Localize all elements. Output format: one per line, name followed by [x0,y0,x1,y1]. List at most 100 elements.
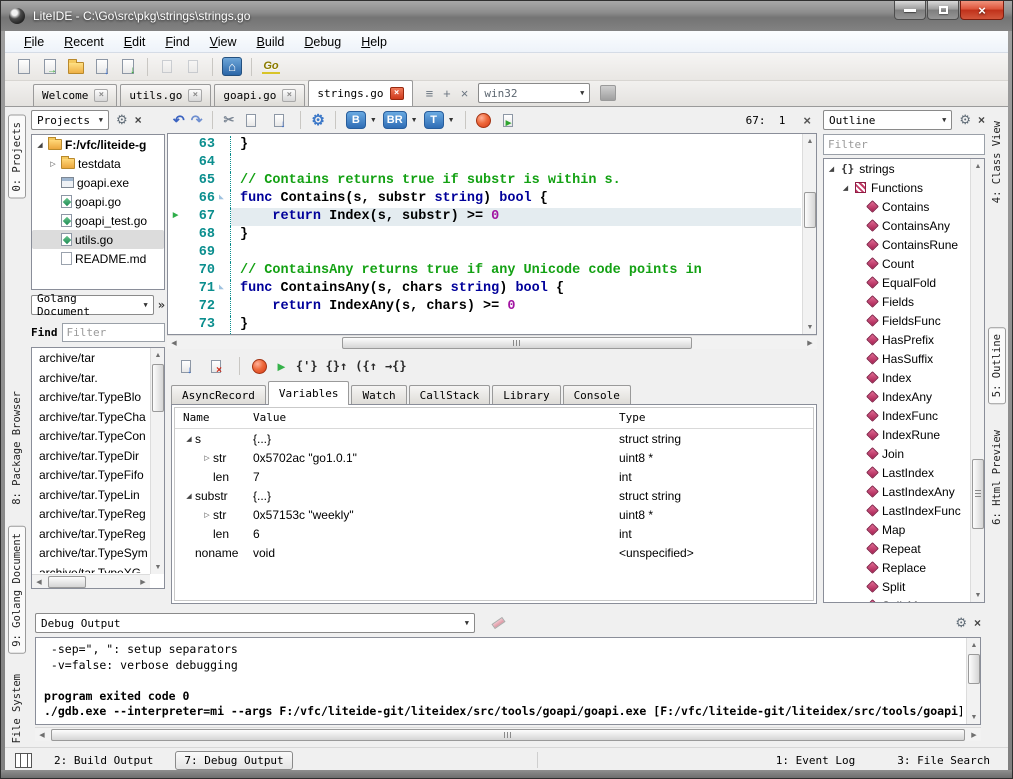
chevron-down-icon[interactable]: ▼ [370,117,377,124]
close-editor-icon[interactable]: × [461,86,469,101]
scroll-thumb[interactable] [968,654,980,684]
fold-icon[interactable] [219,316,231,334]
list-item[interactable]: archive/tar. [33,369,149,389]
build-config-gear-icon[interactable]: ⚙ [311,111,324,129]
save-all-button[interactable]: ↓ [117,56,139,78]
menu-item[interactable]: Recent [55,33,113,51]
outline-function-row[interactable]: ContainsRune [824,235,984,254]
step-over-icon[interactable]: {}↑ [326,359,348,373]
line-number[interactable]: 66 [183,190,219,208]
scroll-right-icon[interactable]: ▶ [803,336,817,350]
scroll-left-icon[interactable]: ◀ [35,728,49,742]
document-tab[interactable]: strings.go × [308,80,412,106]
document-tab[interactable]: goapi.go × [214,84,305,106]
close-panel-icon[interactable]: × [978,113,985,127]
outline-function-row[interactable]: IndexAny [824,387,984,406]
tree-item[interactable]: goapi_test.go [32,211,164,230]
chevron-down-icon[interactable]: ▼ [411,117,418,124]
tree-item[interactable]: utils.go [32,230,164,249]
import-button[interactable] [156,56,178,78]
chevron-down-icon[interactable]: ▼ [448,117,455,124]
menu-item[interactable]: Find [156,33,198,51]
scroll-thumb[interactable] [972,459,984,529]
target-option-button[interactable] [600,85,616,101]
list-item[interactable]: archive/tar.TypeReg [33,505,149,525]
close-document-icon[interactable]: × [803,113,811,128]
expander-icon[interactable]: ▷ [201,454,213,462]
expander-icon[interactable]: ◢ [35,141,45,149]
list-item[interactable]: archive/tar.TypeFifo [33,466,149,486]
outline-function-row[interactable]: HasSuffix [824,349,984,368]
code-line[interactable]: 66◣func Contains(s, substr string) bool … [168,190,801,208]
clear-output-icon[interactable] [491,617,505,629]
copy-button[interactable] [240,109,262,131]
document-list-vscrollbar[interactable]: ▲ ▼ [150,348,164,574]
menu-item[interactable]: Edit [115,33,155,51]
projects-combo[interactable]: Projects ▼ [31,110,109,130]
code-line[interactable]: 65// Contains returns true if substr is … [168,172,801,190]
line-number[interactable]: 70 [183,262,219,280]
scroll-up-icon[interactable]: ▲ [151,348,165,362]
scroll-up-icon[interactable]: ▲ [803,134,817,148]
editor-hscrollbar[interactable]: ◀ ▶ [167,335,817,349]
list-item[interactable]: archive/tar.TypeCon [33,427,149,447]
variable-row[interactable]: noname void <unspecified> [175,543,813,562]
go-env-button[interactable]: Go [260,56,282,78]
output-combo[interactable]: Debug Output ▼ [35,613,475,633]
scroll-down-icon[interactable]: ▼ [971,588,985,602]
code-line[interactable]: ►67 return Index(s, substr) >= 0 [168,208,801,226]
side-tab[interactable]: 8: Package Browser [9,385,25,511]
split-add-icon[interactable]: + [443,86,451,101]
list-item[interactable]: archive/tar.TypeReg [33,525,149,545]
outline-group-row[interactable]: ◢ Functions [824,178,984,197]
list-item[interactable]: archive/tar.TypeXG [33,564,149,574]
line-number[interactable]: 67 [183,208,219,226]
variable-row[interactable]: len 7 int [175,467,813,486]
side-tab[interactable]: 5: Outline [988,327,1006,404]
expander-icon[interactable]: ◢ [841,184,850,192]
debug-tab[interactable]: AsyncRecord [171,385,266,405]
target-combo[interactable]: win32 ▼ [478,83,590,103]
side-tab[interactable]: 6: Html Preview [989,424,1005,531]
line-number[interactable]: 65 [183,172,219,190]
menu-item[interactable]: Build [248,33,294,51]
line-number[interactable]: 69 [183,244,219,262]
scroll-right-icon[interactable]: ▶ [967,728,981,742]
code-line[interactable]: 68} [168,226,801,244]
status-panel-button[interactable]: 2: Build Output [46,752,161,769]
outline-function-row[interactable]: HasPrefix [824,330,984,349]
variable-row[interactable]: ◢ substr {...} struct string [175,486,813,505]
scroll-left-icon[interactable]: ◀ [167,336,181,350]
line-number[interactable]: 73 [183,316,219,334]
more-button[interactable]: » [158,298,165,312]
outline-function-row[interactable]: FieldsFunc [824,311,984,330]
expander-icon[interactable]: ◢ [827,165,836,173]
code-line[interactable]: 70// ContainsAny returns true if any Uni… [168,262,801,280]
outline-function-row[interactable]: Fields [824,292,984,311]
open-file-button[interactable]: → [39,56,61,78]
restore-button[interactable] [927,1,959,20]
list-item[interactable]: archive/tar.TypeBlo [33,388,149,408]
expander-icon[interactable]: ▷ [201,511,213,519]
output-hscrollbar[interactable]: ◀ ▶ [35,727,981,741]
fold-icon[interactable] [219,154,231,172]
line-number[interactable]: 63 [183,136,219,154]
fold-icon[interactable] [219,298,231,316]
run-to-line-icon[interactable]: →{} [385,359,407,373]
save-file-button[interactable]: ↓ [91,56,113,78]
gear-icon[interactable]: ⚙ [959,112,971,128]
outline-vscrollbar[interactable]: ▲ ▼ [970,159,984,602]
gear-icon[interactable]: ⚙ [955,615,967,631]
open-folder-button[interactable] [65,56,87,78]
variable-row[interactable]: ▷ str 0x5702ac "go1.0.1" uint8 * [175,448,813,467]
debug-tab[interactable]: Variables [268,381,350,405]
redo-icon[interactable]: ↷ [191,112,203,129]
variable-row[interactable]: ◢ s {...} struct string [175,429,813,448]
expander-icon[interactable]: ◢ [183,492,195,500]
tree-item[interactable]: ◢ F:/vfc/liteide-g [32,135,164,154]
list-item[interactable]: archive/tar.TypeLin [33,486,149,506]
close-tab-icon[interactable]: × [94,89,108,102]
fold-icon[interactable] [219,208,231,226]
tree-item[interactable]: goapi.go [32,192,164,211]
outline-function-row[interactable]: EqualFold [824,273,984,292]
